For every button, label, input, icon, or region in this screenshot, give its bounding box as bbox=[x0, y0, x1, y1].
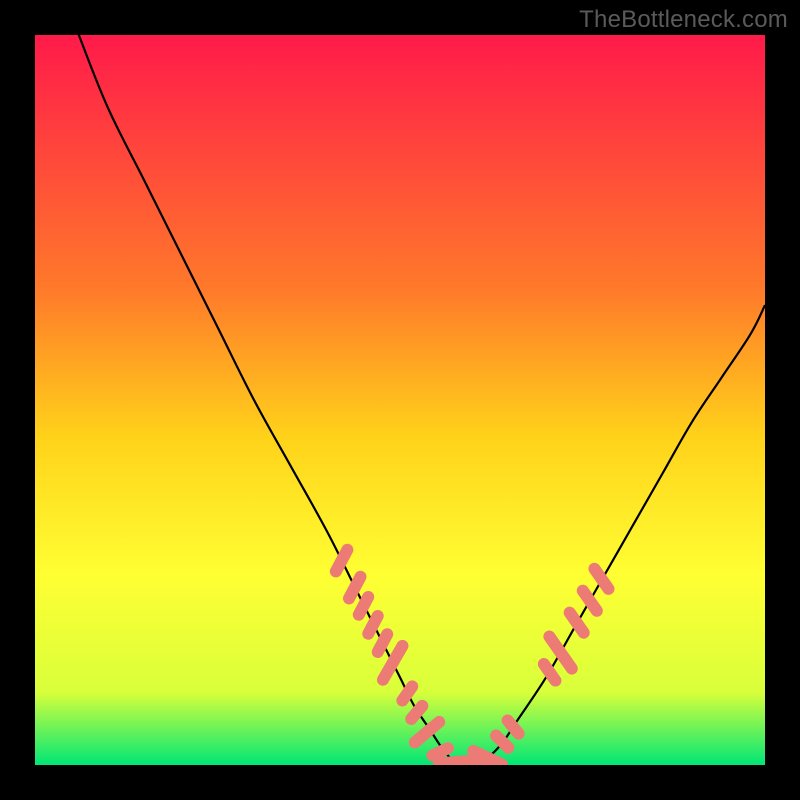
bottleneck-plot bbox=[35, 35, 765, 765]
chart-frame: TheBottleneck.com bbox=[0, 0, 800, 800]
plot-svg bbox=[35, 35, 765, 765]
watermark-text: TheBottleneck.com bbox=[579, 6, 788, 34]
